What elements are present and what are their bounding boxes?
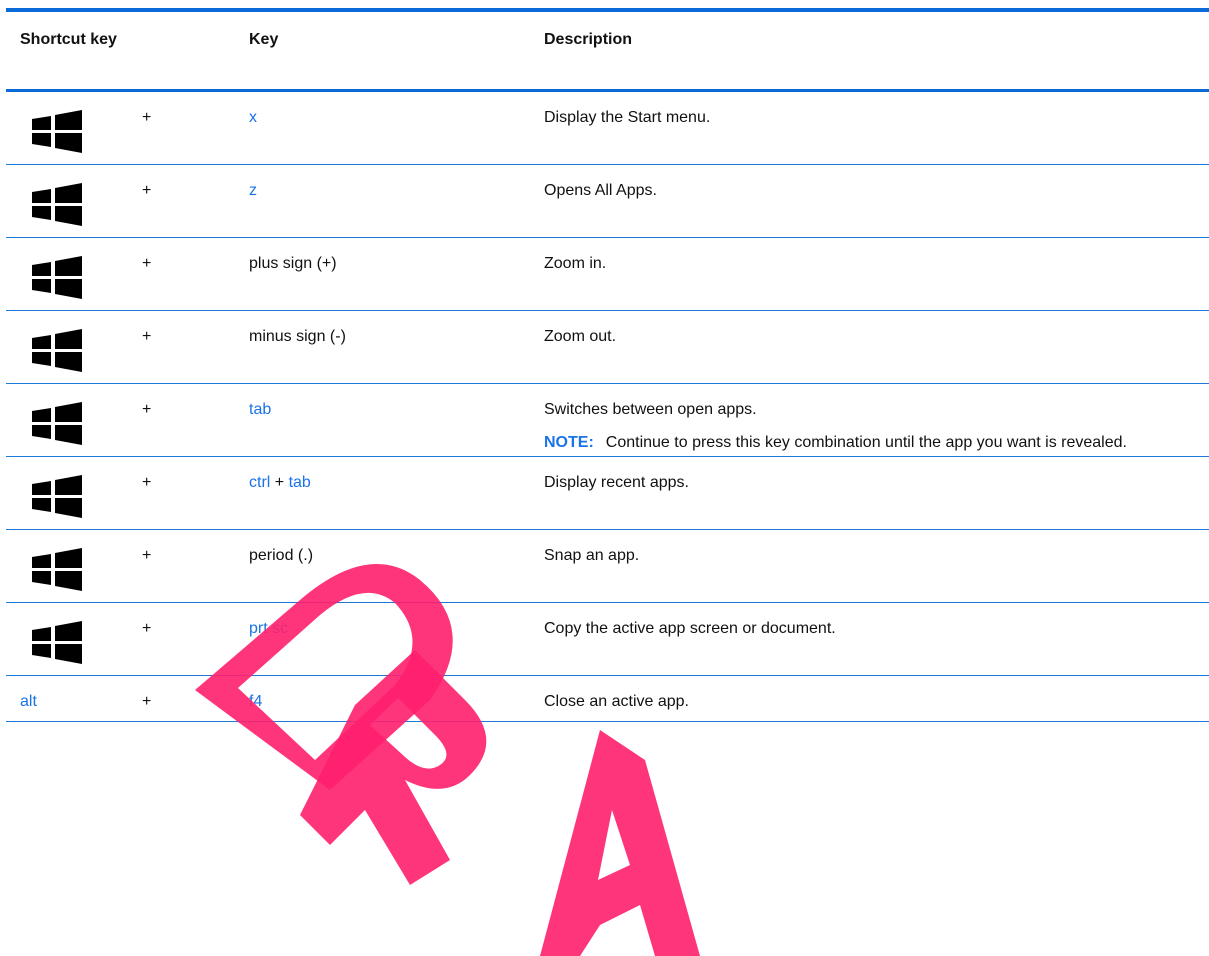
key-link[interactable]: prt sc <box>249 619 529 639</box>
table-row: alt + f4 Close an active app. <box>6 676 1209 722</box>
key-text: minus sign (-) <box>249 328 346 345</box>
header-key: Key <box>249 31 279 48</box>
plus-sign: + <box>142 109 152 126</box>
table-row: + z Opens All Apps. <box>6 165 1209 238</box>
plus-sign: + <box>142 620 152 637</box>
key-combo: ctrl + tab <box>249 473 529 493</box>
table-row: + plus sign (+) Zoom in. <box>6 238 1209 311</box>
table-row: + tab Switches between open apps. NOTE: C… <box>6 384 1209 457</box>
note-block: NOTE: Continue to press this key combinat… <box>544 433 1184 453</box>
windows-logo-icon <box>32 402 82 445</box>
watermark-letter-a <box>540 730 700 956</box>
plus-sign: + <box>142 401 152 418</box>
plus-sign: + <box>142 255 152 272</box>
plus-sign: + <box>142 182 152 199</box>
description-text: Zoom in. <box>544 255 607 272</box>
description-text: Close an active app. <box>544 693 689 710</box>
key-link[interactable]: x <box>249 108 529 128</box>
header-description: Description <box>544 31 633 48</box>
key-link[interactable]: tab <box>249 400 529 420</box>
description-text: Opens All Apps. <box>544 182 657 199</box>
table-row: + x Display the Start menu. <box>6 92 1209 165</box>
table-row: + ctrl + tab Display recent apps. <box>6 457 1209 530</box>
windows-logo-icon <box>32 329 82 372</box>
note-text: Continue to press this key combination u… <box>605 434 1127 451</box>
description-text: Snap an app. <box>544 547 640 564</box>
key-text: plus sign (+) <box>249 255 337 272</box>
description-cell: Switches between open apps. NOTE: Continu… <box>544 400 1184 453</box>
key-text: period (.) <box>249 547 314 564</box>
windows-logo-icon <box>32 548 82 591</box>
windows-logo-icon <box>32 110 82 153</box>
key-link[interactable]: f4 <box>249 692 529 712</box>
note-label: NOTE: <box>544 434 594 451</box>
table-row: + period (.) Snap an app. <box>6 530 1209 603</box>
windows-logo-icon <box>32 475 82 518</box>
shortcut-link-alt[interactable]: alt <box>20 692 130 712</box>
description-text: Switches between open apps. <box>544 401 757 418</box>
windows-logo-icon <box>32 256 82 299</box>
description-text: Display the Start menu. <box>544 109 711 126</box>
description-text: Display recent apps. <box>544 474 689 491</box>
windows-logo-icon <box>32 183 82 226</box>
table-row: + minus sign (-) Zoom out. <box>6 311 1209 384</box>
description-text: Zoom out. <box>544 328 617 345</box>
table-row: + prt sc Copy the active app screen or d… <box>6 603 1209 676</box>
table-header-row: Shortcut key Key Description <box>6 12 1209 92</box>
plus-sign: + <box>142 328 152 345</box>
key-link[interactable]: z <box>249 181 529 201</box>
key-link-ctrl[interactable]: ctrl <box>249 474 270 491</box>
windows-logo-icon <box>32 621 82 664</box>
plus-sign: + <box>142 547 152 564</box>
key-link-tab[interactable]: tab <box>289 474 311 491</box>
plus-sign: + <box>142 474 152 491</box>
description-text: Copy the active app screen or document. <box>544 620 836 637</box>
plus-sign: + <box>142 693 152 710</box>
key-combo-plus: + <box>274 474 285 491</box>
shortcut-table: Shortcut key Key Description + x Display… <box>6 8 1209 722</box>
header-shortcut-key: Shortcut key <box>20 31 117 48</box>
